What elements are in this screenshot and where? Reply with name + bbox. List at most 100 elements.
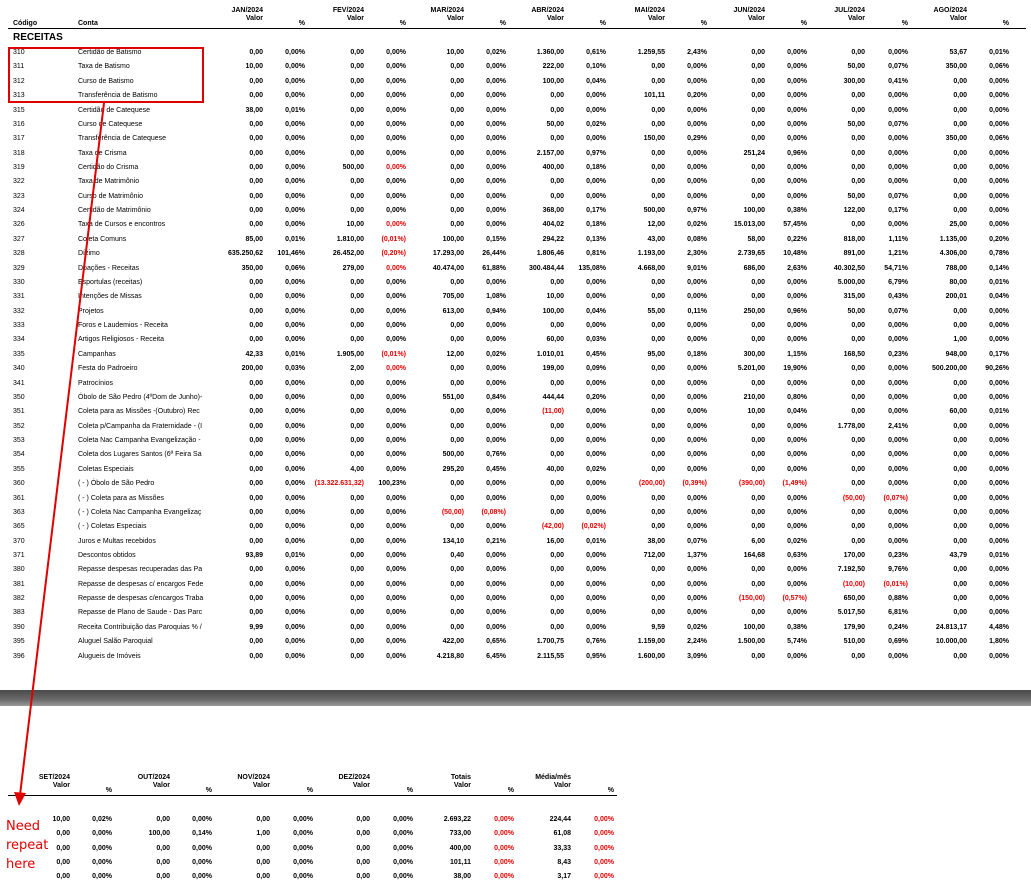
row-value: 0,00 xyxy=(851,379,865,387)
row-code: 327 xyxy=(13,235,25,243)
row-value: 0,00 xyxy=(249,164,263,171)
row-value: 0,00 xyxy=(953,451,967,459)
row-value: 0,00 xyxy=(249,149,263,157)
row-value: (390,00) xyxy=(738,480,765,488)
row-value: 0,00 xyxy=(450,164,464,171)
row-percent: 0,00% xyxy=(989,149,1009,157)
row-value: 422,00 xyxy=(442,638,464,646)
row-value: 0,00 xyxy=(450,192,464,200)
row-code: 353 xyxy=(13,437,25,444)
continuation-percent: 0,00% xyxy=(494,844,514,852)
header-codigo: Código xyxy=(13,20,38,27)
row-code: 360 xyxy=(13,480,25,488)
row-value: 50,00 xyxy=(847,120,865,128)
row-value: 26.452,00 xyxy=(332,250,364,258)
row-value: 251,24 xyxy=(743,149,765,157)
row-value: 0,00 xyxy=(350,178,364,186)
row-value: 100,00 xyxy=(542,77,564,85)
row-value: 279,00 xyxy=(342,264,364,272)
row-value: 0,00 xyxy=(249,178,263,186)
row-value: 0,00 xyxy=(249,609,263,617)
row-value: (42,00) xyxy=(541,523,564,531)
row-percent: 0,00% xyxy=(989,164,1009,171)
row-value: 93,89 xyxy=(245,552,263,559)
row-value: 0,00 xyxy=(249,322,263,329)
row-percent: 0,00% xyxy=(989,537,1009,545)
row-code: 395 xyxy=(13,638,25,646)
row-account-name: Descontos obtidos xyxy=(78,552,136,559)
row-value: 0,00 xyxy=(450,336,464,344)
continuation-value: 0,00 xyxy=(356,844,370,852)
row-value: (50,00) xyxy=(441,508,464,516)
continuation-percent: 0,00% xyxy=(494,858,514,866)
row-value: 15.013,00 xyxy=(733,221,765,229)
continuation-percent: 0,00% xyxy=(293,873,313,881)
row-value: 0,00 xyxy=(350,552,364,559)
row-percent: 0,00% xyxy=(989,494,1009,502)
row-value: 0,00 xyxy=(651,278,665,286)
continuation-value: 2.693,22 xyxy=(443,816,471,823)
row-value: 0,00 xyxy=(751,106,765,114)
row-value: 0,00 xyxy=(651,566,665,574)
row-value: 0,00 xyxy=(249,192,263,200)
row-value: 1.500,00 xyxy=(737,638,765,646)
row-value: 510,00 xyxy=(843,638,865,646)
row-value: 134,10 xyxy=(442,537,464,545)
row-account-name: ( - ) Coleta para as Missões xyxy=(78,494,164,502)
row-value: 0,00 xyxy=(350,63,364,71)
row-value: 0,00 xyxy=(350,120,364,128)
continuation-percent: 0,00% xyxy=(92,858,112,866)
row-value: 368,00 xyxy=(542,207,564,215)
row-value: 0,00 xyxy=(851,537,865,545)
row-account-name: Coleta para as Missões -(Outubro) Rec xyxy=(78,408,200,416)
row-account-name: ( - ) Óbolo de São Pedro xyxy=(78,480,155,488)
row-value: 0,00 xyxy=(953,566,967,574)
row-percent: 0,00% xyxy=(989,106,1009,114)
row-account-name: Coleta dos Lugares Santos (6ª Feira Sa xyxy=(78,451,202,459)
continuation-value: 33,33 xyxy=(553,844,571,852)
continuation-value: 0,00 xyxy=(256,816,270,823)
header-valor: Valor xyxy=(546,15,564,22)
row-value: 0,00 xyxy=(851,652,865,660)
row-value: 168,50 xyxy=(843,350,865,358)
continuation-row: 0,00 0,00% 100,00 0,14% 1,00 0,00% 0,00 0,00% 73… xyxy=(0,827,1031,841)
row-value: 0,00 xyxy=(350,322,364,329)
row-value: 613,00 xyxy=(442,307,464,315)
continuation-value: 0,00 xyxy=(256,873,270,881)
row-value: 0,00 xyxy=(953,164,967,171)
row-value: 25,00 xyxy=(949,221,967,229)
row-value: 10,00 xyxy=(546,293,564,301)
row-value: 0,00 xyxy=(350,652,364,660)
continuation-value: 1,00 xyxy=(256,830,270,838)
row-value: 635.250,62 xyxy=(227,250,263,258)
row-percent: 0,01% xyxy=(989,278,1009,286)
header-pct: % xyxy=(901,20,908,27)
row-value: 5.017,50 xyxy=(837,609,865,617)
row-value: 0,00 xyxy=(751,508,765,516)
header-pct: % xyxy=(1002,20,1009,27)
header-valor: Valor xyxy=(647,15,665,22)
row-value: 5.000,00 xyxy=(837,278,865,286)
row-value: 53,67 xyxy=(949,49,967,56)
row-value: 2.739,65 xyxy=(737,250,765,258)
row-value: 100,00 xyxy=(542,307,564,315)
row-value: 818,00 xyxy=(843,235,865,243)
table-row: 317 Transferência de Catequese 0,00 0,00% 0,… xyxy=(0,132,1031,146)
continuation-percent: 0,00% xyxy=(494,873,514,881)
row-value: 0,00 xyxy=(651,422,665,430)
row-value: 300,00 xyxy=(843,77,865,85)
table-row: 334 Artigos Religiosos - Receita 0,00 0,00%… xyxy=(0,333,1031,347)
row-value: 0,00 xyxy=(651,609,665,617)
row-value: 0,00 xyxy=(953,609,967,617)
row-value: 0,00 xyxy=(450,494,464,502)
continuation-percent: 0,14% xyxy=(192,830,212,838)
bottom-header-pct: % xyxy=(406,787,413,794)
row-code: 361 xyxy=(13,494,25,502)
row-value: 0,00 xyxy=(450,523,464,531)
row-value: 0,00 xyxy=(953,422,967,430)
continuation-value: 3,17 xyxy=(557,873,571,881)
continuation-value: 0,00 xyxy=(356,858,370,866)
row-value: 0,00 xyxy=(550,106,564,114)
row-value: 0,00 xyxy=(851,393,865,401)
table-row: 396 Alugueis de Imóveis 0,00 0,00% 0,00 0,00%… xyxy=(0,650,1031,664)
